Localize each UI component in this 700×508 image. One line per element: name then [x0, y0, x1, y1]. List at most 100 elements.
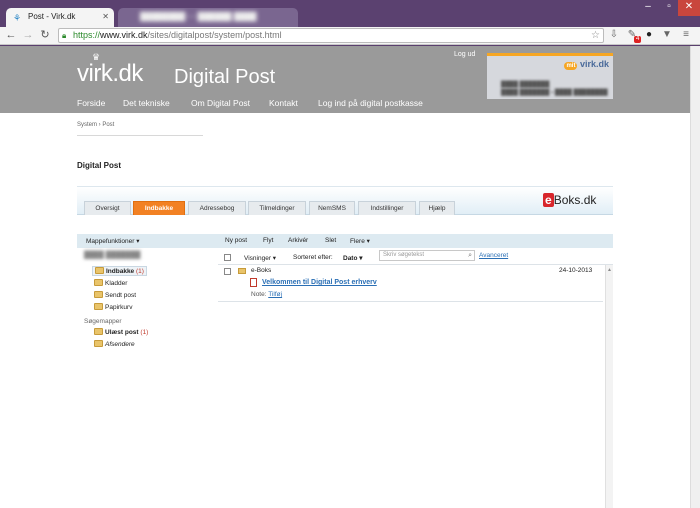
folder-kladder[interactable]: Kladder — [94, 279, 127, 287]
virk-favicon-icon: ⚘ — [13, 13, 22, 23]
sort-label: Sorteret efter: — [293, 254, 333, 261]
eboks-brand: Boks.dk — [553, 193, 597, 207]
sort-dropdown[interactable]: Dato ▾ — [343, 254, 363, 262]
search-folders-title: Søgemapper — [84, 318, 122, 325]
folder-afsendere[interactable]: Afsendere — [94, 340, 135, 348]
folder-label: Ulæst post — [105, 329, 139, 336]
back-icon[interactable]: ← — [4, 28, 18, 42]
notification-badge: 4 — [634, 36, 642, 43]
logo-text: virk.dk — [77, 60, 143, 87]
advanced-search-link[interactable]: Avanceret — [479, 252, 508, 259]
tab-nemsms[interactable]: NemSMS — [309, 201, 355, 215]
message-subject-link[interactable]: Velkommen til Digital Post erhverv — [262, 279, 377, 286]
nav-om-digital-post[interactable]: Om Digital Post — [191, 98, 250, 108]
url-scheme: https:// — [73, 30, 101, 40]
mailbox-owner-blurred: ████ ███████ — [84, 252, 141, 259]
tab-tilmeldinger[interactable]: Tilmeldinger — [248, 201, 306, 215]
search-input[interactable]: Skriv søgetekst ⌕ — [379, 250, 475, 261]
folder-label: Sendt post — [105, 292, 137, 299]
folder-sendt-post[interactable]: Sendt post — [94, 291, 136, 299]
window-close-icon[interactable]: ✕ — [678, 0, 700, 16]
browser-tab-bar: ⚘ Post - Virk.dk ✕ ████████ ▫ ▫ ██████ █… — [0, 0, 700, 27]
url-host: www.virk.dk — [100, 30, 148, 40]
logout-link[interactable]: Log ud — [454, 51, 475, 58]
minimize-icon[interactable]: – — [637, 0, 659, 16]
user-info-blurred: ████ ███████ ▪ ████ ████████ — [501, 90, 608, 96]
action-bar: Mappefunktioner ▾ Ny post Flyt Arkivér S… — [77, 234, 613, 248]
folder-functions-button[interactable]: Mappefunktioner ▾ — [86, 237, 140, 245]
pocket-icon[interactable]: ▼ — [661, 29, 673, 41]
tab-title-blurred: ████████ ▫ ▫ ██████ ████ — [140, 12, 257, 21]
site-title: Digital Post — [174, 66, 276, 88]
folder-papirkurv[interactable]: Papirkurv — [94, 303, 132, 311]
virk-logo[interactable]: ♛ virk.dk — [77, 52, 143, 88]
trash-folder-icon — [94, 303, 103, 310]
new-post-button[interactable]: Ny post — [225, 237, 247, 244]
select-all-checkbox[interactable] — [224, 254, 231, 261]
list-scrollbar[interactable]: ▲ — [605, 265, 613, 508]
page-title: Digital Post — [77, 161, 122, 170]
folder-label: Kladder — [105, 280, 128, 287]
message-note: Note: Tilføj — [251, 291, 282, 298]
views-dropdown[interactable]: Visninger ▾ — [244, 254, 276, 262]
download-extension-icon[interactable]: ⇩ — [608, 29, 620, 41]
folder-count: (1) — [140, 329, 149, 336]
tab-indstillinger[interactable]: Indstillinger — [358, 201, 416, 215]
address-bar[interactable]: 🔒︎ https://www.virk.dk/sites/digitalpost… — [58, 28, 604, 43]
message-date: 24-10-2013 — [559, 267, 593, 274]
mit-virk-prefix: mit — [564, 62, 578, 70]
forward-icon[interactable]: → — [21, 28, 35, 42]
bookmark-star-icon[interactable]: ☆ — [591, 29, 600, 42]
breadcrumb[interactable]: System › Post — [77, 122, 114, 128]
sent-folder-icon — [94, 291, 103, 298]
eboks-e: e — [543, 193, 554, 207]
folder-label: Papirkurv — [105, 304, 133, 311]
tab-indbakke[interactable]: Indbakke — [133, 201, 185, 215]
maximize-icon[interactable]: ▫ — [658, 0, 680, 16]
envelope-icon — [238, 268, 246, 274]
tab-close-icon[interactable]: ✕ — [102, 12, 109, 21]
browser-toolbar: ← → ↻ 🔒︎ https://www.virk.dk/sites/digit… — [0, 27, 700, 45]
add-note-link[interactable]: Tilføj — [268, 291, 282, 298]
browser-tab-active[interactable]: ⚘ Post - Virk.dk ✕ — [6, 8, 114, 27]
nav-forside[interactable]: Forside — [77, 98, 105, 108]
nav-kontakt[interactable]: Kontakt — [269, 98, 298, 108]
message-checkbox[interactable] — [224, 268, 231, 275]
site-header: ♛ virk.dk Digital Post Log ud Forside De… — [0, 46, 690, 113]
nav-log-ind[interactable]: Log ind på digital postkasse — [318, 98, 423, 108]
browser-tab-inactive[interactable]: ████████ ▫ ▫ ██████ ████ — [118, 8, 298, 27]
url-path: /sites/digitalpost/system/post.html — [147, 30, 282, 40]
delete-button[interactable]: Slet — [325, 237, 336, 244]
crown-icon: ♛ — [92, 52, 100, 62]
folder-ulaest-post[interactable]: Ulæst post (1) — [94, 328, 148, 336]
tab-adressebog[interactable]: Adressebog — [188, 201, 246, 215]
menu-icon[interactable]: ≡ — [680, 29, 692, 41]
search-icon[interactable]: ⌕ — [468, 251, 472, 260]
dark-extension-icon[interactable]: ● — [643, 29, 655, 41]
search-folder-icon — [94, 340, 103, 347]
lock-icon: 🔒︎ — [62, 31, 67, 40]
nav-det-tekniske[interactable]: Det tekniske — [123, 98, 170, 108]
scroll-up-icon[interactable]: ▲ — [607, 267, 612, 273]
folder-label: Afsendere — [105, 341, 135, 348]
eboks-logo: e Boks.dk — [543, 193, 596, 207]
reload-icon[interactable]: ↻ — [38, 28, 52, 42]
move-button[interactable]: Flyt — [263, 237, 273, 244]
breadcrumb-divider — [77, 135, 203, 136]
inbox-folder-icon — [95, 267, 104, 274]
page-scrollbar[interactable] — [690, 46, 700, 508]
note-label: Note: — [251, 291, 267, 298]
more-button[interactable]: Flere ▾ — [350, 237, 370, 245]
user-info-blurred: ████ ███████ — [501, 82, 550, 88]
mit-virk-box[interactable]: mit virk.dk ████ ███████ ████ ███████ ▪ … — [487, 53, 613, 99]
tab-hjaelp[interactable]: Hjælp — [419, 201, 455, 215]
tab-oversigt[interactable]: Oversigt — [84, 201, 131, 215]
page-content: ♛ virk.dk Digital Post Log ud Forside De… — [0, 46, 690, 508]
search-placeholder: Skriv søgetekst — [383, 252, 425, 258]
archive-button[interactable]: Arkivér — [288, 237, 308, 244]
tab-title: Post - Virk.dk — [28, 12, 76, 21]
mit-virk-label: virk.dk — [579, 59, 609, 69]
search-folder-icon — [94, 328, 103, 335]
folder-indbakke[interactable]: Indbakke (1) — [92, 266, 147, 276]
message-sender: e-Boks — [251, 267, 272, 274]
